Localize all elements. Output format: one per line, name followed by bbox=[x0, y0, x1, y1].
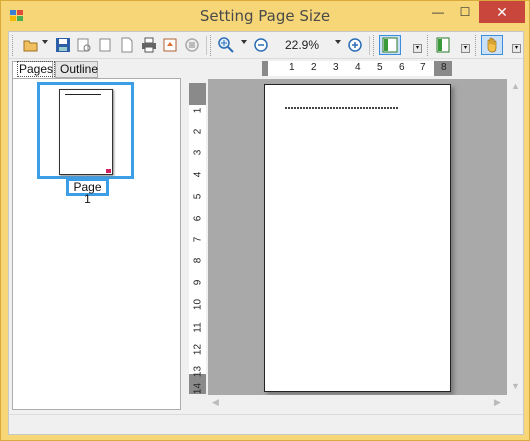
print-preview-icon[interactable] bbox=[75, 36, 93, 54]
zoom-level-dropdown[interactable] bbox=[335, 40, 341, 44]
page-thumbnail[interactable] bbox=[37, 82, 134, 179]
toolbar-grip[interactable] bbox=[475, 35, 478, 56]
page-text-line bbox=[285, 107, 398, 109]
toolbar-grip[interactable] bbox=[373, 35, 376, 56]
zoom-in-plus-icon[interactable] bbox=[346, 36, 364, 54]
single-page-icon[interactable] bbox=[96, 36, 114, 54]
ruler-tick: 11 bbox=[192, 322, 204, 333]
horizontal-scrollbar[interactable]: ◀ ▶ bbox=[208, 395, 507, 410]
toolbar-separator bbox=[206, 36, 207, 55]
ruler-tick: 2 bbox=[311, 62, 317, 73]
toolbar-grip[interactable] bbox=[210, 35, 213, 56]
ruler-tick: 7 bbox=[192, 236, 204, 243]
thumbnail-panel[interactable]: Page 1 bbox=[12, 78, 181, 410]
open-dropdown-arrow[interactable] bbox=[42, 40, 48, 44]
toolbar-overflow-chevron[interactable]: ▾ bbox=[512, 44, 521, 53]
document-page[interactable] bbox=[264, 84, 451, 392]
tab-pages-label: Pages bbox=[17, 61, 56, 77]
scroll-left-arrow[interactable]: ◀ bbox=[212, 397, 219, 408]
thumbnail-panel-icon[interactable] bbox=[379, 35, 401, 55]
vertical-ruler: 1 2 3 4 5 6 7 8 9 10 11 12 13 14 bbox=[189, 83, 206, 394]
title-bar: Setting Page Size — ☐ ✕ bbox=[1, 1, 529, 31]
ruler-tick: 1 bbox=[192, 107, 204, 114]
tab-outline[interactable]: Outline bbox=[55, 61, 98, 78]
vertical-scrollbar[interactable]: ▲ ▼ bbox=[507, 79, 523, 395]
ruler-tick: 2 bbox=[192, 128, 204, 135]
ruler-tick: 3 bbox=[192, 149, 204, 156]
blank-page-icon[interactable] bbox=[118, 36, 136, 54]
close-button[interactable]: ✕ bbox=[479, 1, 525, 23]
print-icon[interactable] bbox=[140, 36, 158, 54]
zoom-dropdown-arrow[interactable] bbox=[241, 40, 247, 44]
hand-tool-icon[interactable] bbox=[481, 35, 503, 55]
thumbnail-marker bbox=[106, 169, 111, 173]
ruler-tick: 7 bbox=[420, 62, 426, 73]
ruler-tick: 14 bbox=[192, 382, 204, 395]
zoom-in-icon[interactable] bbox=[217, 36, 235, 54]
toolbar-overflow-chevron[interactable]: ▾ bbox=[461, 44, 470, 53]
zoom-out-icon[interactable] bbox=[252, 36, 270, 54]
scroll-down-arrow[interactable]: ▼ bbox=[511, 381, 520, 391]
ruler-tick: 8 bbox=[441, 62, 447, 73]
minimize-button[interactable]: — bbox=[425, 1, 451, 23]
stop-icon[interactable] bbox=[183, 36, 201, 54]
toolbar: 22.9% ▾ ▾ ▾ bbox=[9, 32, 523, 59]
ruler-tick: 13 bbox=[192, 365, 204, 378]
zoom-level-field[interactable]: 22.9% bbox=[285, 36, 329, 54]
ruler-tick: 1 bbox=[289, 62, 295, 73]
ruler-tick: 10 bbox=[192, 298, 204, 311]
ruler-tick: 5 bbox=[192, 193, 204, 200]
ruler-tick: 4 bbox=[192, 171, 204, 178]
ruler-margin-top bbox=[189, 83, 206, 105]
ruler-tick: 5 bbox=[377, 62, 383, 73]
thumbnail-page-preview bbox=[59, 89, 113, 175]
ruler-tick: 4 bbox=[355, 62, 361, 73]
thumbnail-text-line bbox=[65, 94, 101, 95]
status-bar bbox=[9, 414, 523, 434]
maximize-button[interactable]: ☐ bbox=[452, 1, 478, 23]
document-viewer[interactable] bbox=[208, 79, 507, 395]
open-icon[interactable] bbox=[22, 36, 40, 54]
toolbar-grip[interactable] bbox=[427, 35, 430, 56]
ruler-tick: 9 bbox=[192, 279, 204, 286]
ruler-tick: 8 bbox=[192, 257, 204, 264]
ruler-tick: 3 bbox=[333, 62, 339, 73]
ruler-tick: 6 bbox=[399, 62, 405, 73]
toolbar-overflow-chevron[interactable]: ▾ bbox=[413, 44, 422, 53]
client-area: 22.9% ▾ ▾ ▾ Pages Outline Page 1 1 2 3 4… bbox=[8, 31, 524, 435]
toolbar-separator bbox=[369, 36, 370, 55]
scroll-right-arrow[interactable]: ▶ bbox=[494, 397, 501, 408]
save-icon[interactable] bbox=[54, 36, 72, 54]
scroll-up-arrow[interactable]: ▲ bbox=[511, 81, 520, 91]
page-view-icon[interactable] bbox=[434, 36, 452, 54]
thumbnail-label[interactable]: Page 1 bbox=[66, 179, 109, 205]
ruler-tick: 6 bbox=[192, 215, 204, 222]
horizontal-ruler: 1 2 3 4 5 6 7 8 bbox=[262, 61, 452, 76]
toolbar-grip[interactable] bbox=[12, 35, 15, 56]
ruler-margin-left bbox=[262, 61, 268, 76]
app-window: Setting Page Size — ☐ ✕ 22.9% ▾ ▾ ▾ Page… bbox=[0, 0, 530, 441]
tab-pages[interactable]: Pages bbox=[12, 61, 56, 79]
export-icon[interactable] bbox=[161, 36, 179, 54]
ruler-tick: 12 bbox=[192, 343, 204, 356]
